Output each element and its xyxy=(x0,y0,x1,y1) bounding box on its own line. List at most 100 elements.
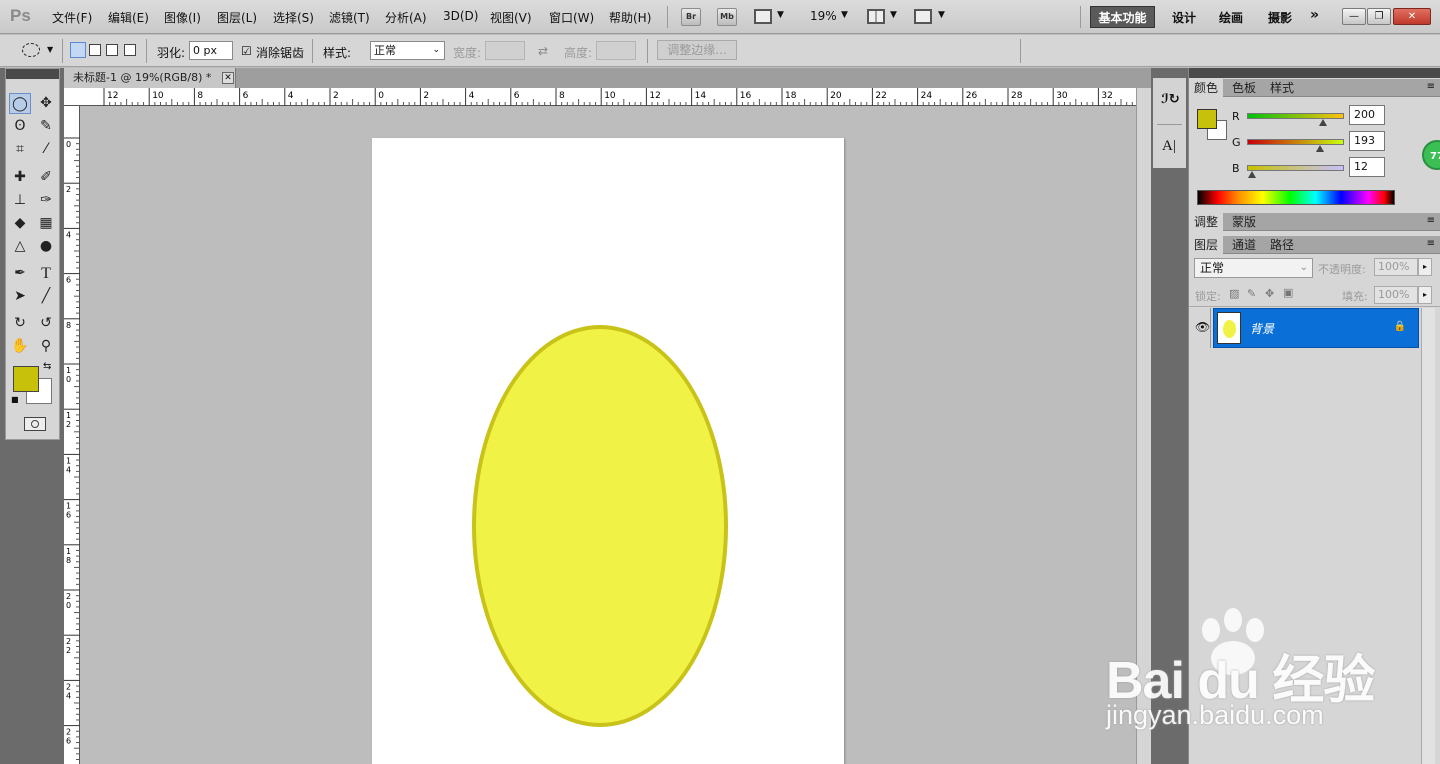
clone-stamp-tool-icon[interactable]: ⊥ xyxy=(9,190,31,211)
blue-slider-handle[interactable] xyxy=(1247,171,1256,178)
3d-orbit-tool-icon[interactable]: ↺ xyxy=(35,313,57,334)
crop-tool-icon[interactable]: ⌗ xyxy=(9,139,31,160)
history-brush-tool-icon[interactable]: ✑ xyxy=(35,190,57,211)
antialias-checkbox[interactable]: ☑ xyxy=(241,44,252,58)
panel-menu-icon[interactable]: ≡ xyxy=(1427,238,1435,249)
green-slider-handle[interactable] xyxy=(1316,145,1325,152)
menu-edit[interactable]: 编辑(E) xyxy=(108,9,149,26)
tab-masks[interactable]: 蒙版 xyxy=(1227,213,1261,231)
eraser-tool-icon[interactable]: ◆ xyxy=(9,213,31,234)
intersect-selection-icon[interactable] xyxy=(124,44,136,56)
blend-mode-select[interactable]: 正常 ⌄ xyxy=(1194,258,1313,278)
foreground-color-swatch[interactable] xyxy=(13,366,39,392)
more-workspaces-button[interactable]: » xyxy=(1310,7,1319,23)
document-tab[interactable]: 未标题-1 @ 19%(RGB/8) * xyxy=(64,68,236,88)
tab-swatches[interactable]: 色板 xyxy=(1227,79,1261,97)
menu-window[interactable]: 窗口(W) xyxy=(549,9,594,26)
green-slider[interactable] xyxy=(1247,139,1344,145)
tab-paths[interactable]: 路径 xyxy=(1265,236,1299,254)
menu-analysis[interactable]: 分析(A) xyxy=(385,9,427,26)
character-panel-icon[interactable]: A| xyxy=(1162,138,1176,155)
close-document-icon[interactable]: ✕ xyxy=(222,72,234,84)
chevron-down-icon[interactable]: ▼ xyxy=(890,10,897,20)
menu-help[interactable]: 帮助(H) xyxy=(609,9,651,26)
restore-button[interactable]: ❐ xyxy=(1367,8,1391,25)
workspace-design-button[interactable]: 设计 xyxy=(1172,9,1196,26)
eyedropper-tool-icon[interactable]: ⁄ xyxy=(35,139,57,160)
pen-tool-icon[interactable]: ✒ xyxy=(9,263,31,284)
add-to-selection-icon[interactable] xyxy=(89,44,101,56)
quick-mask-icon[interactable] xyxy=(24,417,46,431)
tab-styles[interactable]: 样式 xyxy=(1265,79,1299,97)
close-button[interactable]: ✕ xyxy=(1393,8,1431,25)
panel-menu-icon[interactable]: ≡ xyxy=(1427,215,1435,226)
arrange-documents-icon[interactable] xyxy=(867,9,885,24)
ruler-label: 26 xyxy=(966,91,978,101)
menu-select[interactable]: 选择(S) xyxy=(273,9,314,26)
dodge-tool-icon[interactable]: ● xyxy=(35,236,57,257)
workspace-photography-button[interactable]: 摄影 xyxy=(1268,9,1292,26)
menu-view[interactable]: 视图(V) xyxy=(490,9,532,26)
marquee-tool-icon[interactable]: ◯ xyxy=(9,93,31,114)
red-slider[interactable] xyxy=(1247,113,1344,119)
red-slider-handle[interactable] xyxy=(1319,119,1328,126)
swap-colors-icon[interactable]: ⇆ xyxy=(43,361,51,372)
3d-rotate-tool-icon[interactable]: ↻ xyxy=(9,313,31,334)
elliptical-marquee-icon[interactable] xyxy=(22,43,40,57)
red-value-input[interactable]: 200 xyxy=(1349,105,1385,125)
move-tool-icon[interactable]: ✥ xyxy=(35,93,57,114)
zoom-level[interactable]: 19% xyxy=(810,9,837,23)
lasso-tool-icon[interactable]: ʘ xyxy=(9,116,31,137)
tab-color[interactable]: 颜色 xyxy=(1189,79,1224,97)
chevron-down-icon[interactable]: ▼ xyxy=(47,45,53,54)
green-value-input[interactable]: 193 xyxy=(1349,131,1385,151)
path-selection-tool-icon[interactable]: ➤ xyxy=(9,286,31,307)
blur-tool-icon[interactable]: △ xyxy=(9,236,31,257)
layers-scrollbar[interactable] xyxy=(1421,308,1435,764)
tab-channels[interactable]: 通道 xyxy=(1227,236,1261,254)
menu-layer[interactable]: 图层(L) xyxy=(217,9,257,26)
layer-row[interactable]: 背景 🔒 xyxy=(1213,308,1419,348)
hand-tool-icon[interactable]: ✋ xyxy=(9,336,31,357)
tab-layers[interactable]: 图层 xyxy=(1189,236,1224,254)
healing-brush-tool-icon[interactable]: ✚ xyxy=(9,167,31,188)
history-panel-icon[interactable]: ℐ↻ xyxy=(1161,92,1180,107)
blue-value-input[interactable]: 12 xyxy=(1349,157,1385,177)
new-selection-icon[interactable] xyxy=(70,42,86,58)
mini-bridge-button[interactable]: Mb xyxy=(717,8,737,26)
view-extras-icon[interactable] xyxy=(754,9,772,24)
ruler-label: 1 xyxy=(66,547,71,556)
layer-name[interactable]: 背景 xyxy=(1250,320,1274,337)
menu-3d[interactable]: 3D(D) xyxy=(443,9,478,23)
minimize-button[interactable]: — xyxy=(1342,8,1366,25)
type-tool-icon[interactable]: T xyxy=(35,263,57,284)
style-select[interactable]: 正常 ⌄ xyxy=(370,41,445,60)
brush-tool-icon[interactable]: ✐ xyxy=(35,167,57,188)
color-panel-foreground-swatch[interactable] xyxy=(1197,109,1217,129)
blue-slider[interactable] xyxy=(1247,165,1344,171)
color-spectrum-bar[interactable] xyxy=(1197,190,1395,205)
chevron-down-icon[interactable]: ▼ xyxy=(938,10,945,20)
ellipse-shape[interactable] xyxy=(472,325,728,727)
toolbox-header[interactable] xyxy=(6,69,59,79)
chevron-down-icon[interactable]: ▼ xyxy=(841,10,848,20)
feather-input[interactable]: 0 px xyxy=(189,41,233,60)
tab-adjustments[interactable]: 调整 xyxy=(1189,213,1224,231)
bridge-button[interactable]: Br xyxy=(681,8,701,26)
menu-filter[interactable]: 滤镜(T) xyxy=(329,9,370,26)
default-colors-icon[interactable]: ■ xyxy=(11,395,19,404)
line-tool-icon[interactable]: ╱ xyxy=(35,286,57,307)
menu-image[interactable]: 图像(I) xyxy=(164,9,201,26)
layer-visibility-eye-icon[interactable]: 👁 xyxy=(1195,320,1210,334)
subtract-selection-icon[interactable] xyxy=(106,44,118,56)
panel-menu-icon[interactable]: ≡ xyxy=(1427,81,1435,92)
workspace-painting-button[interactable]: 绘画 xyxy=(1219,9,1243,26)
menu-file[interactable]: 文件(F) xyxy=(52,9,92,26)
chevron-down-icon[interactable]: ▼ xyxy=(777,10,784,20)
panels-header[interactable] xyxy=(1189,68,1440,78)
screen-mode-icon[interactable] xyxy=(914,9,932,24)
workspace-essentials-button[interactable]: 基本功能 xyxy=(1090,6,1155,28)
quick-selection-tool-icon[interactable]: ✎ xyxy=(35,116,57,137)
gradient-tool-icon[interactable]: ▦ xyxy=(35,213,57,234)
zoom-tool-icon[interactable]: ⚲ xyxy=(35,336,57,357)
